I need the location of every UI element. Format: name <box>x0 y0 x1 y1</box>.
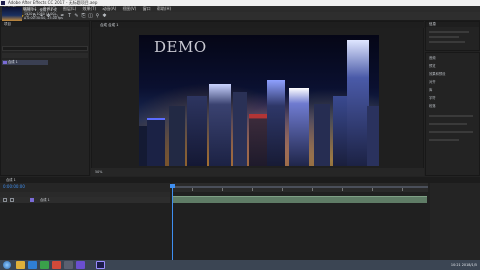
current-time-display[interactable]: 0:00:00:00 <box>3 184 25 190</box>
app-icon[interactable] <box>76 261 85 269</box>
project-list-item[interactable]: 合成 1 <box>2 60 48 65</box>
composition-tab-bar: 合成 合成 1 <box>92 22 425 28</box>
current-time-indicator[interactable] <box>172 184 173 260</box>
composition-viewer[interactable]: DEMO <box>139 35 379 166</box>
demo-watermark: DEMO <box>154 38 207 56</box>
skyline-building <box>347 40 369 166</box>
eraser-tool-icon[interactable]: ◫ <box>88 14 93 19</box>
browser-icon[interactable] <box>28 261 37 269</box>
menu-window[interactable]: 窗口 <box>143 6 151 11</box>
align-panel-tab[interactable]: 对齐 <box>429 79 436 84</box>
panel-control[interactable] <box>429 115 473 117</box>
system-tray: 10:21 2018/1/5 <box>392 260 480 270</box>
ruler-tick <box>222 188 223 191</box>
clock-date[interactable]: 2018/1/5 <box>462 263 477 267</box>
menu-help[interactable]: 帮助(H) <box>157 6 171 11</box>
panel-control[interactable] <box>429 139 459 141</box>
ruler-tick <box>342 188 343 191</box>
timeline-side-panel <box>430 183 480 260</box>
project-item-thumbnail <box>2 7 22 21</box>
after-effects-taskbar-icon[interactable] <box>96 261 105 269</box>
info-panel-tab[interactable]: 信息 <box>426 22 479 27</box>
layer-duration-bar[interactable] <box>173 196 427 203</box>
panel-control[interactable] <box>429 123 467 125</box>
info-row <box>429 31 469 33</box>
skyline-building <box>169 106 185 166</box>
skyline-building <box>187 96 207 166</box>
skyline-building <box>147 118 165 166</box>
paragraph-panel-tab[interactable]: 段落 <box>429 103 436 108</box>
skyline-building <box>233 92 247 166</box>
ruler-tick <box>312 188 313 191</box>
info-row <box>429 41 465 43</box>
app-icon[interactable] <box>64 261 73 269</box>
ruler-tick <box>372 188 373 191</box>
app-icon[interactable] <box>40 261 49 269</box>
project-list-header <box>2 53 88 58</box>
skyline-building <box>314 104 330 166</box>
composition-tab[interactable]: 合成 合成 1 <box>100 22 118 28</box>
layer-name[interactable]: 合成 1 <box>40 197 50 203</box>
menu-view[interactable]: 视图(V) <box>122 6 136 11</box>
project-search-input[interactable] <box>2 46 88 51</box>
ruler-tick <box>192 188 193 191</box>
layer-label-icon <box>30 198 34 202</box>
ruler-tick <box>282 188 283 191</box>
file-explorer-icon[interactable] <box>16 261 25 269</box>
start-button-icon[interactable] <box>3 261 11 269</box>
character-panel-tab[interactable]: 字符 <box>429 95 436 100</box>
effects-presets-panel-tab[interactable]: 效果和预设 <box>429 71 445 76</box>
app-icon[interactable] <box>52 261 61 269</box>
layer-row[interactable]: 合成 1 <box>0 197 170 203</box>
project-panel-tab[interactable]: 项目 <box>1 22 89 27</box>
composition-icon <box>3 61 7 64</box>
panel-control[interactable] <box>429 131 473 133</box>
skyline-building <box>367 106 379 166</box>
right-panel-stack: 音频 预览 效果和预设 对齐 库 字符 段落 <box>425 52 480 176</box>
project-item-name: 合成 1 <box>8 60 18 64</box>
timeline-header <box>0 183 170 192</box>
window-title: Adobe After Effects CC 2017 - 无标题项目.aep <box>8 0 98 5</box>
info-panel: 信息 <box>425 21 480 51</box>
skyline-building <box>289 88 309 166</box>
project-item-info: 合成 1 ▾ , 使用了 1 次 1920 x 1080 (1.00) Δ 0:… <box>24 8 88 20</box>
clock-time[interactable]: 10:21 <box>451 263 461 267</box>
work-area-bar[interactable] <box>172 186 428 188</box>
libraries-panel-tab[interactable]: 库 <box>429 87 432 92</box>
preview-panel-tab[interactable]: 预览 <box>429 63 436 68</box>
project-info-line: Δ 0:00:30:00, 25.00 fps <box>24 16 63 20</box>
composition-footer-bar: 50% <box>91 168 424 176</box>
visibility-eye-icon[interactable] <box>3 198 7 202</box>
project-panel: 项目 <box>0 21 90 176</box>
skyline-building <box>267 80 285 166</box>
puppet-tool-icon[interactable]: ✱ <box>102 14 107 19</box>
skyline-building <box>209 84 231 166</box>
ruler-tick <box>252 188 253 191</box>
roto-brush-tool-icon[interactable]: ⚲ <box>95 14 100 19</box>
after-effects-app-icon <box>1 1 5 5</box>
menu-animation[interactable]: 动画(A) <box>102 6 116 11</box>
current-time-indicator-head[interactable] <box>170 184 175 188</box>
ruler-tick <box>402 188 403 191</box>
info-row <box>429 36 459 38</box>
audio-panel-tab[interactable]: 音频 <box>429 55 436 60</box>
magnification-dropdown[interactable]: 50% <box>95 169 102 175</box>
audio-toggle-icon[interactable] <box>10 198 14 202</box>
